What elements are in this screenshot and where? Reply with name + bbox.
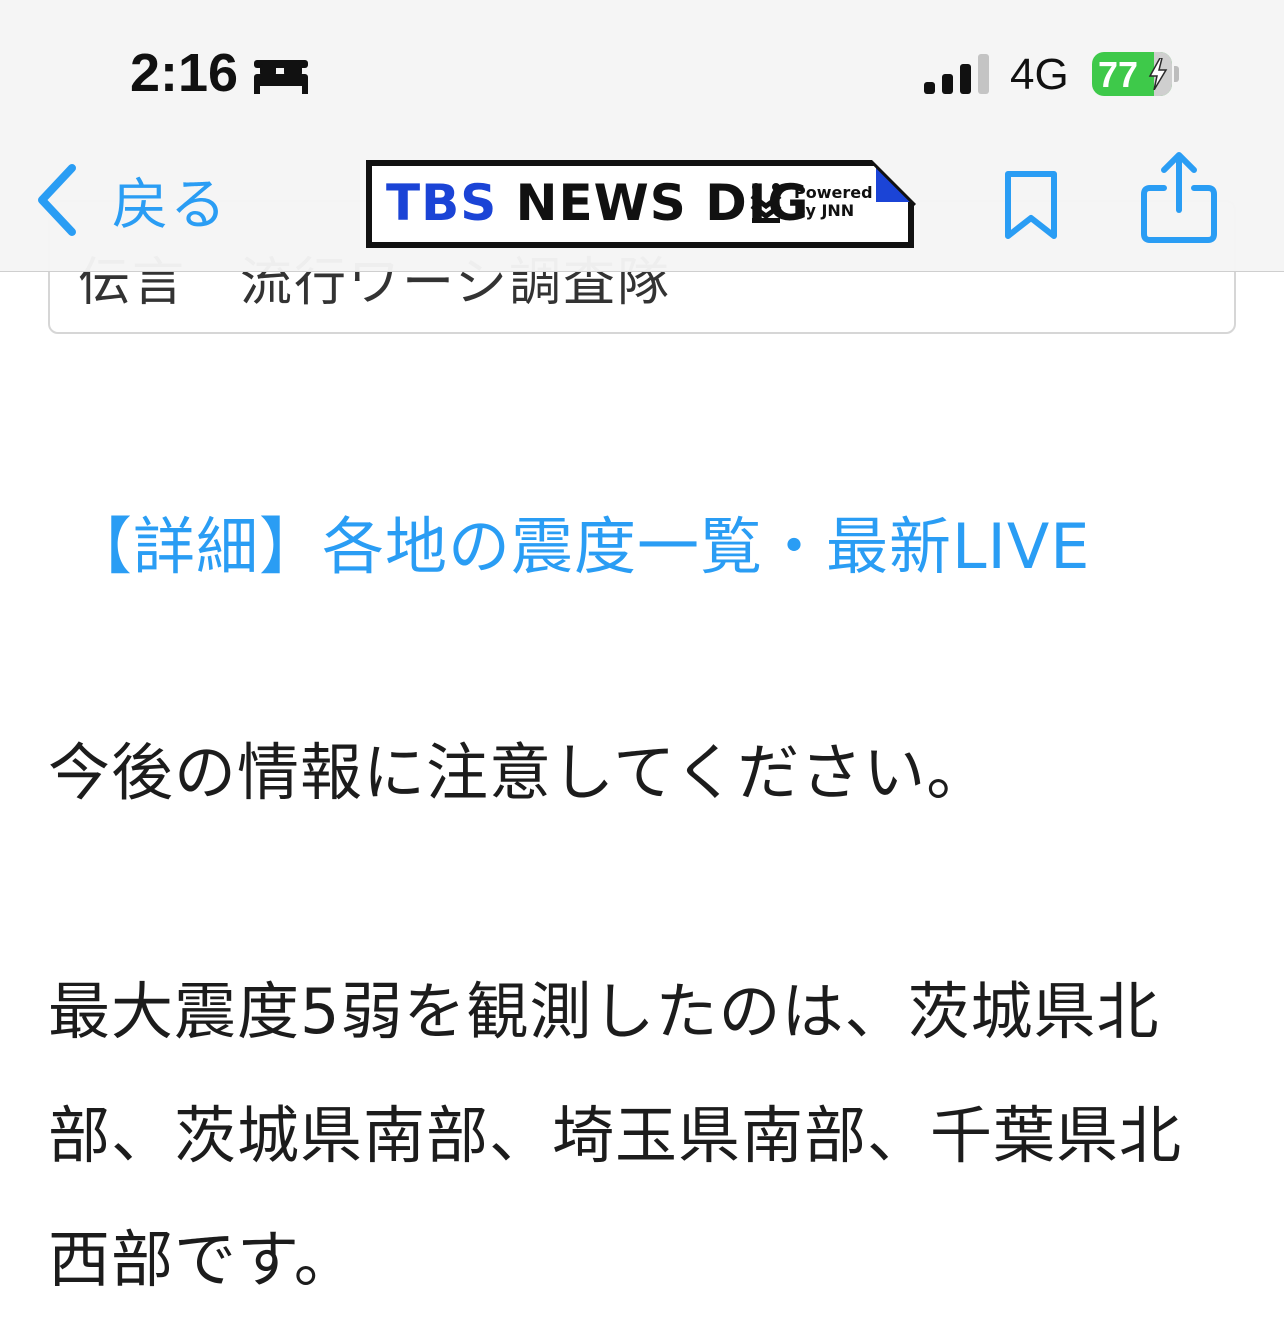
battery-indicator: 77 — [1092, 52, 1179, 96]
battery-body: 77 — [1092, 52, 1172, 96]
tbs-news-dig-logo[interactable]: TBS NEWS DIG Powered by JNN — [366, 158, 918, 250]
chevron-left-icon — [38, 164, 76, 236]
dig-mark-icon — [750, 183, 782, 223]
charging-bolt-icon — [1148, 58, 1168, 90]
paragraph-line: 西部です。 — [48, 1223, 357, 1296]
network-type: 4G — [1010, 50, 1069, 99]
logo-wordmark: TBS NEWS DIG — [386, 174, 809, 232]
logo-powered-by: Powered by JNN — [794, 184, 873, 220]
cellular-signal-icon — [924, 54, 989, 94]
battery-percent: 77 — [1098, 54, 1139, 95]
powered-line: Powered — [794, 183, 873, 202]
back-label: 戻る — [112, 172, 228, 238]
article-paragraph-1: 今後の情報に注意してください。 — [48, 736, 990, 809]
sleep-focus-icon — [254, 60, 308, 94]
earthquake-detail-link[interactable]: 【詳細】各地の震度一覧・最新LIVE — [70, 496, 1090, 586]
paragraph-line: 部、茨城県南部、埼玉県南部、千葉県北 — [48, 1099, 1183, 1172]
back-button[interactable]: 戻る — [34, 160, 244, 240]
battery-cap — [1174, 66, 1179, 82]
by-jnn-line: by JNN — [794, 201, 855, 220]
paragraph-line: 最大震度5弱を観測したのは、茨城県北 — [48, 975, 1160, 1048]
bookmark-icon[interactable] — [1000, 170, 1062, 242]
status-time: 2:16 — [130, 43, 239, 103]
top-navigation-bar: 2:16 4G 77 戻る TBS NEWS DIG Powered by JN… — [0, 0, 1284, 272]
share-icon[interactable] — [1140, 150, 1218, 244]
logo-corner-fold — [870, 158, 918, 206]
logo-tbs-text: TBS — [386, 174, 498, 232]
article-paragraph-2: 最大震度5弱を観測したのは、茨城県北 部、茨城県南部、埼玉県南部、千葉県北 西部… — [48, 950, 1238, 1322]
